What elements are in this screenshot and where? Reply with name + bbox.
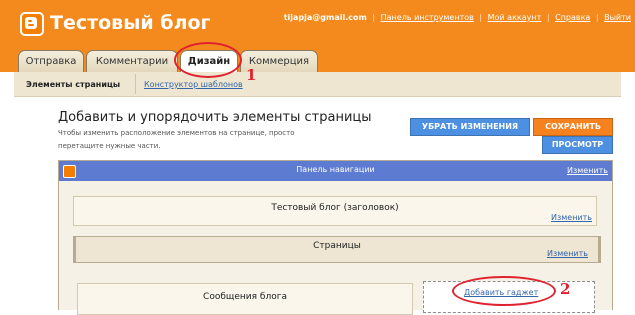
- save-button[interactable]: СОХРАНИТЬ: [533, 118, 613, 136]
- dashboard-link[interactable]: Панель инструментов: [381, 13, 474, 22]
- page-title: Добавить и упорядочить элементы страницы: [58, 110, 372, 125]
- separator: |: [372, 13, 376, 22]
- header-widget-title: Тестовый блог (заголовок): [271, 203, 399, 213]
- page-description: Чтобы изменить расположение элементов на…: [58, 129, 295, 150]
- my-account-link[interactable]: Мой аккаунт: [488, 13, 542, 22]
- separator: |: [479, 13, 483, 22]
- blogger-logo-icon[interactable]: [20, 12, 44, 36]
- revert-button[interactable]: УБРАТЬ ИЗМЕНЕНИЯ: [410, 118, 530, 136]
- posts-widget[interactable]: Сообщения блога: [77, 283, 413, 315]
- main-tabs: Отправка Комментарии Дизайн Коммерция: [0, 48, 635, 73]
- sign-out-link[interactable]: Выйти: [604, 13, 631, 22]
- pages-widget-title: Страницы: [313, 241, 361, 251]
- annotation-number-2: 2: [560, 280, 571, 298]
- header-widget[interactable]: Тестовый блог (заголовок) Изменить: [73, 196, 597, 226]
- help-link[interactable]: Справка: [555, 13, 590, 22]
- add-gadget-link[interactable]: Добавить гаджет: [464, 288, 538, 297]
- separator: |: [546, 13, 550, 22]
- subtab-template-designer[interactable]: Конструктор шаблонов: [144, 80, 243, 89]
- blog-title: Тестовый блог: [50, 12, 211, 34]
- separator: |: [595, 13, 599, 22]
- user-email: tijapja@gmail.com: [283, 13, 367, 22]
- divider: [135, 74, 136, 94]
- pages-widget[interactable]: Страницы: [73, 236, 601, 263]
- tab-posting[interactable]: Отправка: [18, 50, 84, 72]
- preview-button[interactable]: ПРОСМОТР: [542, 136, 613, 154]
- design-subnav: Элементы страницы Конструктор шаблонов: [14, 72, 621, 97]
- layout-editor: Панель навигации Изменить Тестовый блог …: [58, 160, 613, 315]
- subtab-page-elements[interactable]: Элементы страницы: [26, 80, 120, 89]
- posts-widget-title: Сообщения блога: [203, 292, 287, 302]
- navbar-widget[interactable]: Панель навигации Изменить: [59, 161, 612, 181]
- header-edit-link[interactable]: Изменить: [551, 213, 592, 222]
- tab-design[interactable]: Дизайн: [180, 50, 238, 73]
- navbar-title: Панель навигации: [296, 165, 375, 174]
- user-links: tijapja@gmail.com | Панель инструментов …: [284, 13, 631, 22]
- annotation-number-1: 1: [246, 66, 257, 84]
- tab-comments[interactable]: Комментарии: [86, 50, 178, 72]
- top-bar: Тестовый блог tijapja@gmail.com | Панель…: [0, 0, 635, 48]
- pages-edit-link[interactable]: Изменить: [547, 249, 588, 258]
- navbar-edit-link[interactable]: Изменить: [567, 166, 608, 175]
